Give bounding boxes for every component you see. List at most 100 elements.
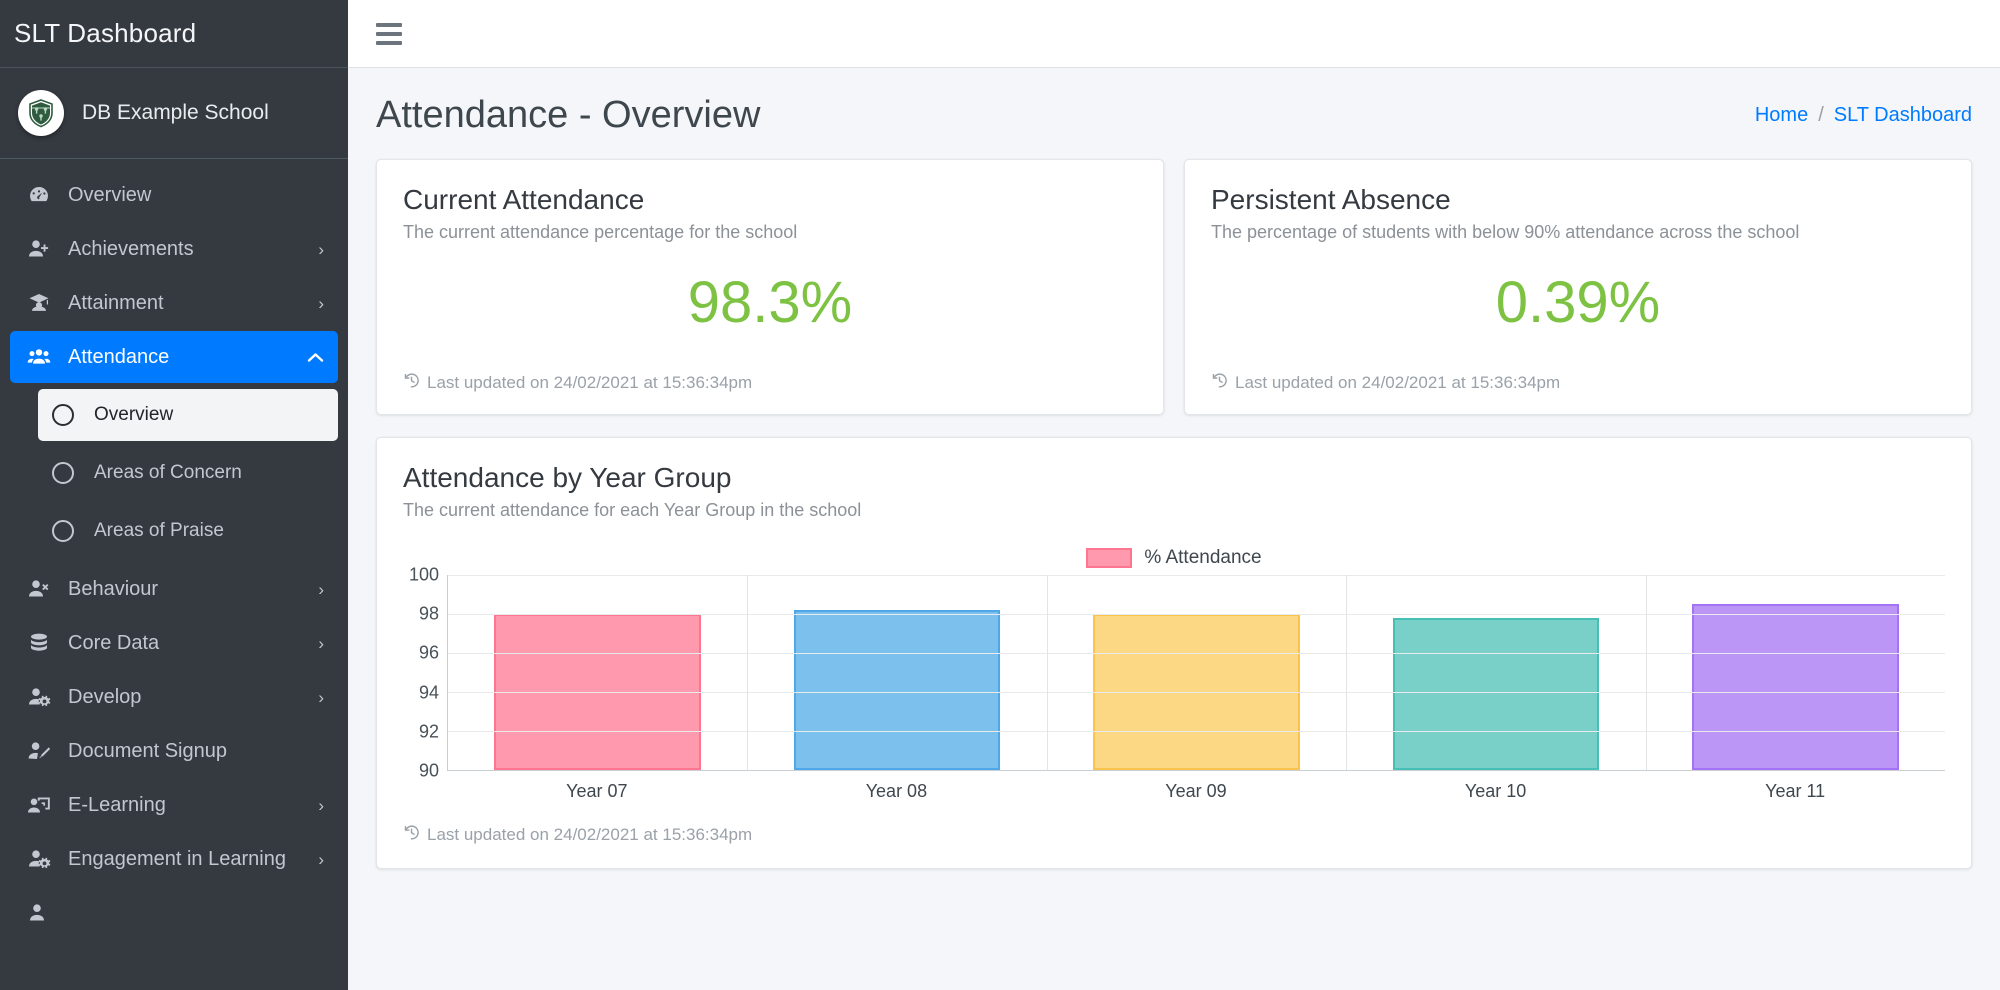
chart-x-axis-labels: Year 07 Year 08 Year 09 Year 10 Year 11	[447, 781, 1945, 802]
school-shield-icon	[18, 90, 64, 136]
page-header: Attendance - Overview Home / SLT Dashboa…	[348, 68, 2000, 159]
chevron-right-icon: ›	[318, 849, 324, 869]
sidebar-item-label: Core Data	[68, 631, 160, 654]
chart-plot: 90 92 94 96 98 100	[403, 565, 1945, 781]
hamburger-bar	[376, 22, 402, 27]
history-clock-icon	[403, 824, 420, 846]
chevron-right-icon: ›	[318, 579, 324, 599]
y-axis-tick-label: 96	[418, 642, 439, 663]
card-footer: Last updated on 24/02/2021 at 15:36:34pm	[403, 360, 1137, 414]
x-axis-tick-label: Year 08	[865, 781, 928, 801]
chart-legend: % Attendance	[403, 547, 1945, 569]
breadcrumb-home-link[interactable]: Home	[1755, 104, 1808, 127]
card-footer: Last updated on 24/02/2021 at 15:36:34pm	[1211, 360, 1945, 414]
chart-bar-slot	[1646, 575, 1945, 770]
sidebar: SLT Dashboard DB Example School Overview…	[0, 0, 348, 990]
sidebar-item-achievements[interactable]: Achievements ›	[10, 223, 338, 275]
brand-title: SLT Dashboard	[14, 18, 197, 48]
chart-bar-slot	[1047, 575, 1346, 770]
chart-bar[interactable]	[1392, 617, 1600, 770]
sidebar-item-core-data[interactable]: Core Data ›	[10, 617, 338, 669]
chart-vertical-gridline	[1346, 575, 1348, 770]
sidebar-subitem-areas-of-praise[interactable]: Areas of Praise	[38, 505, 338, 557]
chart-vertical-gridline	[747, 575, 749, 770]
speedometer-icon	[24, 183, 54, 207]
user-screen-icon	[24, 793, 54, 817]
card-subtitle: The current attendance percentage for th…	[403, 222, 798, 242]
circle-icon	[52, 404, 74, 426]
sidebar-subitem-label: Areas of Concern	[94, 462, 242, 483]
y-axis-tick-label: 98	[418, 603, 439, 624]
circle-icon	[52, 520, 74, 542]
sidebar-item-attainment[interactable]: Attainment ›	[10, 277, 338, 329]
card-persistent-absence: Persistent Absence The percentage of stu…	[1184, 159, 1972, 415]
chevron-right-icon: ›	[318, 795, 324, 815]
chart-bar[interactable]	[793, 610, 1001, 770]
sidebar-item-label: Document Signup	[68, 739, 227, 762]
chart-footer: Last updated on 24/02/2021 at 15:36:34pm	[403, 802, 1945, 868]
sidebar-subitem-label: Areas of Praise	[94, 520, 224, 541]
sidebar-item-e-learning[interactable]: E-Learning ›	[10, 779, 338, 831]
sidebar-item-attendance[interactable]: Attendance	[10, 331, 338, 383]
y-axis-tick-label: 92	[418, 721, 439, 742]
chart-bar[interactable]	[1692, 604, 1899, 770]
sidebar-subitem-label: Overview	[94, 404, 174, 425]
chevron-right-icon: ›	[318, 633, 324, 653]
page-title: Attendance - Overview	[376, 94, 761, 136]
x-axis-tick-label: Year 09	[1165, 781, 1227, 801]
database-icon	[24, 631, 54, 655]
user-times-icon	[24, 577, 54, 601]
legend-swatch[interactable]	[1086, 548, 1133, 568]
sidebar-item-label: Attendance	[68, 345, 170, 368]
stat-cards-row: Current Attendance The current attendanc…	[348, 159, 2000, 415]
main-content: Attendance - Overview Home / SLT Dashboa…	[348, 0, 2000, 990]
history-clock-icon	[1211, 372, 1228, 394]
card-footer-text: Last updated on 24/02/2021 at 15:36:34pm	[427, 373, 753, 392]
chart-y-axis: 90 92 94 96 98 100	[403, 565, 447, 781]
chart-gridline	[448, 731, 1945, 732]
hamburger-icon[interactable]	[372, 21, 402, 47]
sidebar-item-label: Overview	[68, 183, 152, 206]
sidebar-item-next-partial[interactable]	[10, 887, 338, 939]
chart-bar-slot	[1346, 575, 1645, 770]
card-current-attendance: Current Attendance The current attendanc…	[376, 159, 1164, 415]
sidebar-item-behaviour[interactable]: Behaviour ›	[10, 563, 338, 615]
card-footer-text: Last updated on 24/02/2021 at 15:36:34pm	[1235, 373, 1561, 392]
topbar	[348, 0, 2000, 68]
user-edit-icon	[24, 739, 54, 763]
sidebar-item-label: Engagement in Learning	[68, 847, 286, 870]
chart-title: Attendance by Year Group	[403, 462, 732, 493]
sidebar-item-overview[interactable]: Overview	[10, 169, 338, 221]
chart-gridline	[448, 614, 1945, 615]
school-name: DB Example School	[82, 101, 269, 124]
card-subtitle: The percentage of students with below 90…	[1211, 222, 1800, 242]
sidebar-item-engagement-in-learning[interactable]: Engagement in Learning ›	[10, 833, 338, 885]
school-selector[interactable]: DB Example School	[0, 68, 348, 159]
sidebar-subitem-overview[interactable]: Overview	[38, 389, 338, 441]
card-title: Current Attendance	[403, 184, 645, 215]
legend-label: % Attendance	[1144, 547, 1262, 568]
persistent-absence-value: 0.39%	[1495, 270, 1661, 335]
chevron-up-icon	[307, 349, 324, 366]
sidebar-item-label: Attainment	[68, 291, 164, 314]
hamburger-bar	[376, 40, 402, 45]
sidebar-item-develop[interactable]: Develop ›	[10, 671, 338, 723]
user-cog-icon	[24, 847, 54, 871]
chart-vertical-gridline	[1046, 575, 1048, 770]
y-axis-tick-label: 94	[418, 682, 439, 703]
chart-bar-slot	[448, 575, 747, 770]
sidebar-item-document-signup[interactable]: Document Signup	[10, 725, 338, 777]
breadcrumb: Home / SLT Dashboard	[1755, 104, 1972, 127]
sidebar-item-label: E-Learning	[68, 793, 166, 816]
hamburger-bar	[376, 31, 402, 36]
app-root: SLT Dashboard DB Example School Overview…	[0, 0, 2000, 990]
x-axis-tick-label: Year 10	[1464, 781, 1527, 801]
sidebar-item-label: Achievements	[68, 237, 194, 260]
current-attendance-value: 98.3%	[687, 270, 853, 335]
circle-icon	[52, 462, 74, 484]
card-title: Persistent Absence	[1211, 184, 1451, 215]
breadcrumb-current-link[interactable]: SLT Dashboard	[1834, 104, 1972, 127]
sidebar-subitem-areas-of-concern[interactable]: Areas of Concern	[38, 447, 338, 499]
x-axis-tick-label: Year 07	[566, 781, 628, 801]
chart-footer-text: Last updated on 24/02/2021 at 15:36:34pm	[427, 825, 753, 844]
